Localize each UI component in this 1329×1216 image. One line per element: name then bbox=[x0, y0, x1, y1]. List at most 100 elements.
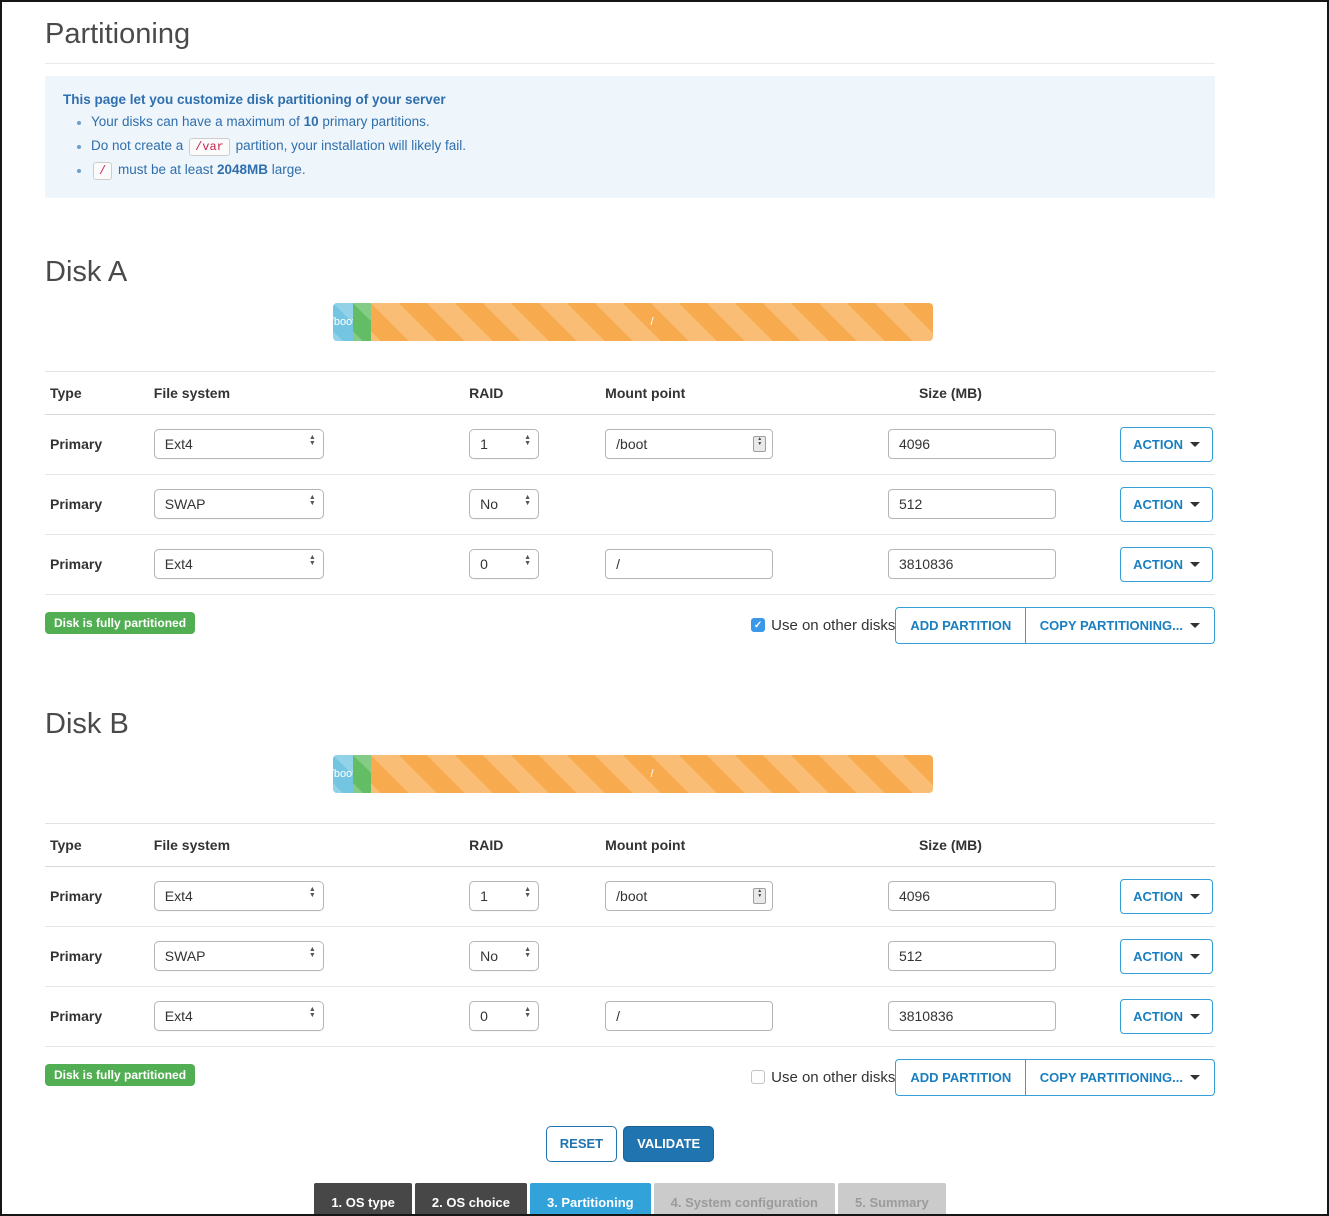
info-bullet-list: Your disks can have a maximum of 10 prim… bbox=[91, 113, 1197, 180]
info-bullet-var-warning: Do not create a /var partition, your ins… bbox=[91, 137, 1197, 156]
col-header-mountpoint: Mount point bbox=[600, 823, 883, 866]
action-dropdown-button[interactable]: ACTION bbox=[1120, 999, 1213, 1034]
mount-point-input[interactable] bbox=[605, 1001, 773, 1031]
action-dropdown-button[interactable]: ACTION bbox=[1120, 427, 1213, 462]
caret-down-icon bbox=[1190, 1075, 1200, 1080]
table-row: Primary SWAP▲▼ No▲▼ ACTION bbox=[45, 926, 1215, 986]
action-dropdown-button[interactable]: ACTION bbox=[1120, 547, 1213, 582]
table-row: Primary Ext4▲▼ 0▲▼ ACTION bbox=[45, 986, 1215, 1046]
add-partition-button[interactable]: ADD PARTITION bbox=[895, 1059, 1026, 1096]
size-input[interactable] bbox=[888, 941, 1056, 971]
partition-type-label: Primary bbox=[45, 866, 149, 926]
col-header-type: Type bbox=[45, 823, 149, 866]
action-dropdown-button[interactable]: ACTION bbox=[1120, 939, 1213, 974]
select-arrows-icon: ▲▼ bbox=[524, 890, 531, 902]
filesystem-select[interactable]: SWAP▲▼ bbox=[154, 941, 324, 971]
partition-type-label: Primary bbox=[45, 474, 149, 534]
filesystem-select[interactable]: Ext4▲▼ bbox=[154, 881, 324, 911]
var-code-chip: /var bbox=[189, 138, 230, 156]
size-input[interactable] bbox=[888, 549, 1056, 579]
col-header-size: Size (MB) bbox=[883, 823, 1115, 866]
table-header-row: Type File system RAID Mount point Size (… bbox=[45, 823, 1215, 866]
disk-a-bar-segment-swap bbox=[353, 303, 371, 341]
disk-a-title: Disk A bbox=[45, 256, 1215, 289]
add-partition-button[interactable]: ADD PARTITION bbox=[895, 607, 1026, 644]
use-on-other-disks-checkbox[interactable] bbox=[751, 1070, 765, 1084]
raid-select[interactable]: 1▲▼ bbox=[469, 881, 539, 911]
col-header-raid: RAID bbox=[464, 823, 600, 866]
step-os-choice[interactable]: 2. OS choice bbox=[415, 1183, 527, 1216]
partition-type-label: Primary bbox=[45, 986, 149, 1046]
caret-down-icon bbox=[1190, 502, 1200, 507]
status-badge: Disk is fully partitioned bbox=[45, 612, 195, 634]
raid-select[interactable]: No▲▼ bbox=[469, 941, 539, 971]
info-heading: This page let you customize disk partiti… bbox=[63, 92, 1197, 107]
select-arrows-icon: ▲▼ bbox=[309, 890, 316, 902]
mount-point-picker-icon[interactable]: ▲▼ bbox=[753, 436, 766, 452]
select-arrows-icon: ▲▼ bbox=[309, 438, 316, 450]
size-input[interactable] bbox=[888, 429, 1056, 459]
table-row: Primary Ext4▲▼ 1▲▼ ▲▼ ACTION bbox=[45, 866, 1215, 926]
mount-point-input[interactable] bbox=[605, 549, 773, 579]
disk-a-bar-segment-boot: /boot bbox=[333, 303, 353, 341]
raid-select[interactable]: 0▲▼ bbox=[469, 549, 539, 579]
select-arrows-icon: ▲▼ bbox=[309, 498, 316, 510]
action-dropdown-button[interactable]: ACTION bbox=[1120, 487, 1213, 522]
select-arrows-icon: ▲▼ bbox=[309, 1010, 316, 1022]
select-arrows-icon: ▲▼ bbox=[524, 558, 531, 570]
step-summary: 5. Summary bbox=[838, 1183, 946, 1216]
filesystem-select[interactable]: Ext4▲▼ bbox=[154, 549, 324, 579]
disk-b-partition-bar: /boot / bbox=[333, 755, 933, 793]
size-input[interactable] bbox=[888, 1001, 1056, 1031]
copy-partitioning-button[interactable]: COPY PARTITIONING... bbox=[1025, 1059, 1215, 1096]
caret-down-icon bbox=[1190, 562, 1200, 567]
disk-b-bar-segment-boot: /boot bbox=[333, 755, 353, 793]
select-arrows-icon: ▲▼ bbox=[524, 498, 531, 510]
mount-point-picker-icon[interactable]: ▲▼ bbox=[753, 888, 766, 904]
raid-select[interactable]: 1▲▼ bbox=[469, 429, 539, 459]
select-arrows-icon: ▲▼ bbox=[309, 558, 316, 570]
col-header-filesystem: File system bbox=[149, 823, 464, 866]
disk-b-partition-table: Type File system RAID Mount point Size (… bbox=[45, 823, 1215, 1047]
use-on-other-disks-label[interactable]: Use on other disks bbox=[771, 617, 895, 634]
raid-select[interactable]: No▲▼ bbox=[469, 489, 539, 519]
reset-button[interactable]: RESET bbox=[546, 1126, 617, 1162]
use-on-other-disks-label[interactable]: Use on other disks bbox=[771, 1069, 895, 1086]
partition-type-label: Primary bbox=[45, 926, 149, 986]
filesystem-select[interactable]: Ext4▲▼ bbox=[154, 429, 324, 459]
step-os-type[interactable]: 1. OS type bbox=[314, 1183, 412, 1216]
select-arrows-icon: ▲▼ bbox=[524, 950, 531, 962]
mount-point-input[interactable] bbox=[605, 881, 773, 911]
col-header-size: Size (MB) bbox=[883, 371, 1115, 414]
filesystem-select[interactable]: SWAP▲▼ bbox=[154, 489, 324, 519]
caret-down-icon bbox=[1190, 894, 1200, 899]
select-arrows-icon: ▲▼ bbox=[309, 950, 316, 962]
validate-button[interactable]: VALIDATE bbox=[623, 1126, 714, 1162]
copy-partitioning-button[interactable]: COPY PARTITIONING... bbox=[1025, 607, 1215, 644]
disk-a-partition-table: Type File system RAID Mount point Size (… bbox=[45, 371, 1215, 595]
col-header-mountpoint: Mount point bbox=[600, 371, 883, 414]
col-header-raid: RAID bbox=[464, 371, 600, 414]
step-partitioning[interactable]: 3. Partitioning bbox=[530, 1183, 651, 1216]
table-row: Primary SWAP▲▼ No▲▼ ACTION bbox=[45, 474, 1215, 534]
raid-select[interactable]: 0▲▼ bbox=[469, 1001, 539, 1031]
step-system-configuration: 4. System configuration bbox=[654, 1183, 835, 1216]
table-row: Primary Ext4▲▼ 0▲▼ ACTION bbox=[45, 534, 1215, 594]
size-input[interactable] bbox=[888, 489, 1056, 519]
caret-down-icon bbox=[1190, 623, 1200, 628]
col-header-type: Type bbox=[45, 371, 149, 414]
size-input[interactable] bbox=[888, 881, 1056, 911]
partition-type-label: Primary bbox=[45, 534, 149, 594]
disk-a-bar-segment-root: / bbox=[371, 303, 933, 341]
table-row: Primary Ext4▲▼ 1▲▼ ▲▼ ACTION bbox=[45, 414, 1215, 474]
page: Partitioning This page let you customize… bbox=[0, 0, 1329, 1216]
select-arrows-icon: ▲▼ bbox=[524, 438, 531, 450]
info-box: This page let you customize disk partiti… bbox=[45, 76, 1215, 198]
select-arrows-icon: ▲▼ bbox=[524, 1010, 531, 1022]
filesystem-select[interactable]: Ext4▲▼ bbox=[154, 1001, 324, 1031]
col-header-filesystem: File system bbox=[149, 371, 464, 414]
use-on-other-disks-checkbox[interactable] bbox=[751, 618, 765, 632]
mount-point-input[interactable] bbox=[605, 429, 773, 459]
action-dropdown-button[interactable]: ACTION bbox=[1120, 879, 1213, 914]
table-header-row: Type File system RAID Mount point Size (… bbox=[45, 371, 1215, 414]
